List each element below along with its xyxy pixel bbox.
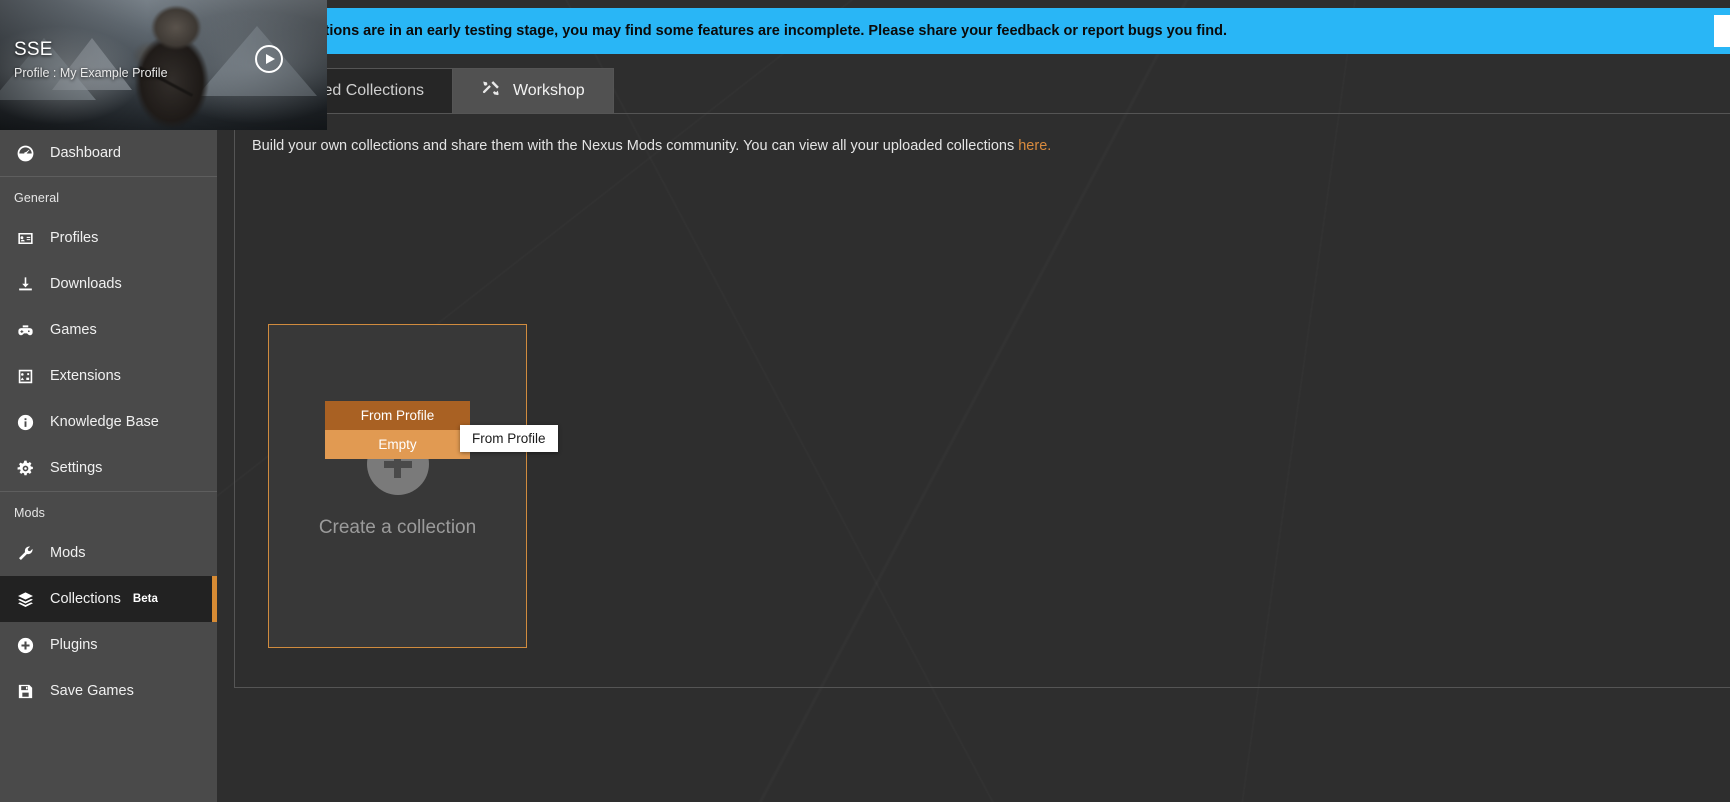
gamepad-icon	[14, 319, 36, 341]
sidebar: SSE Profile : My Example Profile Dashboa…	[0, 0, 327, 802]
sidebar-item-dashboard[interactable]: Dashboard	[0, 130, 217, 176]
sidebar-item-label: Dashboard	[50, 145, 121, 161]
sidebar-item-label: Games	[50, 322, 97, 338]
plus-circle-icon	[14, 634, 36, 656]
info-circle-icon	[14, 411, 36, 433]
workshop-description-text: Build your own collections and share the…	[252, 138, 1019, 154]
create-collection-label: Create a collection	[318, 517, 477, 538]
create-collection-menu: From Profile Empty	[325, 401, 470, 459]
download-icon	[14, 273, 36, 295]
floppy-disk-icon	[14, 680, 36, 702]
play-icon[interactable]	[255, 45, 283, 73]
sidebar-item-collections[interactable]: Collections Beta	[0, 576, 217, 622]
sidebar-item-label: Profiles	[50, 230, 99, 246]
uploaded-collections-link[interactable]: here.	[1018, 138, 1051, 154]
tooltip: From Profile	[460, 425, 558, 452]
sidebar-item-label: Mods	[50, 545, 86, 561]
notice-message: Collections are in an early testing stag…	[281, 23, 1228, 39]
wrench-icon	[14, 542, 36, 564]
sidebar-item-label: Downloads	[50, 276, 122, 292]
sidebar-item-save-games[interactable]: Save Games	[0, 668, 217, 714]
tab-workshop[interactable]: Workshop	[452, 68, 614, 113]
sidebar-group-label-general: General	[14, 191, 60, 205]
feedback-button[interactable]: Feedback	[1714, 15, 1730, 47]
gear-icon	[14, 457, 36, 479]
sidebar-item-settings[interactable]: Settings	[0, 445, 217, 491]
sidebar-item-label: Knowledge Base	[50, 414, 159, 430]
profile-card-icon	[14, 227, 36, 249]
sidebar-item-label: Plugins	[50, 637, 98, 653]
create-collection-card[interactable]: Create a collection	[268, 324, 527, 648]
beta-badge: Beta	[132, 593, 158, 605]
banner-text-block: SSE Profile : My Example Profile	[14, 39, 168, 80]
game-title: SSE	[14, 39, 53, 60]
workshop-description: Build your own collections and share the…	[235, 114, 1730, 154]
sidebar-item-knowledge-base[interactable]: Knowledge Base	[0, 399, 217, 445]
layers-icon	[14, 588, 36, 610]
sidebar-item-label: Extensions	[50, 368, 121, 384]
dashboard-gauge-icon	[14, 142, 36, 164]
sidebar-item-plugins[interactable]: Plugins	[0, 622, 217, 668]
beta-notice-banner: Collections are in an early testing stag…	[234, 8, 1730, 54]
sidebar-group-label-mods: Mods	[14, 506, 45, 520]
menu-item-label: From Profile	[360, 408, 435, 423]
active-profile-label: Profile : My Example Profile	[14, 66, 168, 80]
sidebar-item-label: Save Games	[50, 683, 134, 699]
workshop-panel: Build your own collections and share the…	[234, 113, 1730, 688]
sidebar-item-extensions[interactable]: Extensions	[0, 353, 217, 399]
sidebar-item-mods[interactable]: Mods	[0, 530, 217, 576]
extensions-puzzle-icon	[14, 365, 36, 387]
hammer-wrench-icon	[481, 79, 501, 104]
sidebar-item-games[interactable]: Games	[0, 307, 217, 353]
game-banner: SSE Profile : My Example Profile	[0, 0, 327, 130]
main-content: Collections are in an early testing stag…	[217, 0, 1730, 802]
menu-item-from-profile[interactable]: From Profile	[325, 401, 470, 430]
menu-item-label: Empty	[378, 437, 417, 452]
menu-item-empty[interactable]: Empty	[325, 430, 470, 459]
sidebar-item-profiles[interactable]: Profiles	[0, 215, 217, 261]
sidebar-nav: Dashboard General Profiles Downloads Gam…	[0, 130, 217, 802]
sidebar-item-label: Collections	[50, 591, 121, 607]
sidebar-item-downloads[interactable]: Downloads	[0, 261, 217, 307]
sidebar-item-label: Settings	[50, 460, 103, 476]
vortex-app-window: SSE Profile : My Example Profile Dashboa…	[0, 0, 1730, 802]
tab-label: Workshop	[512, 82, 585, 99]
